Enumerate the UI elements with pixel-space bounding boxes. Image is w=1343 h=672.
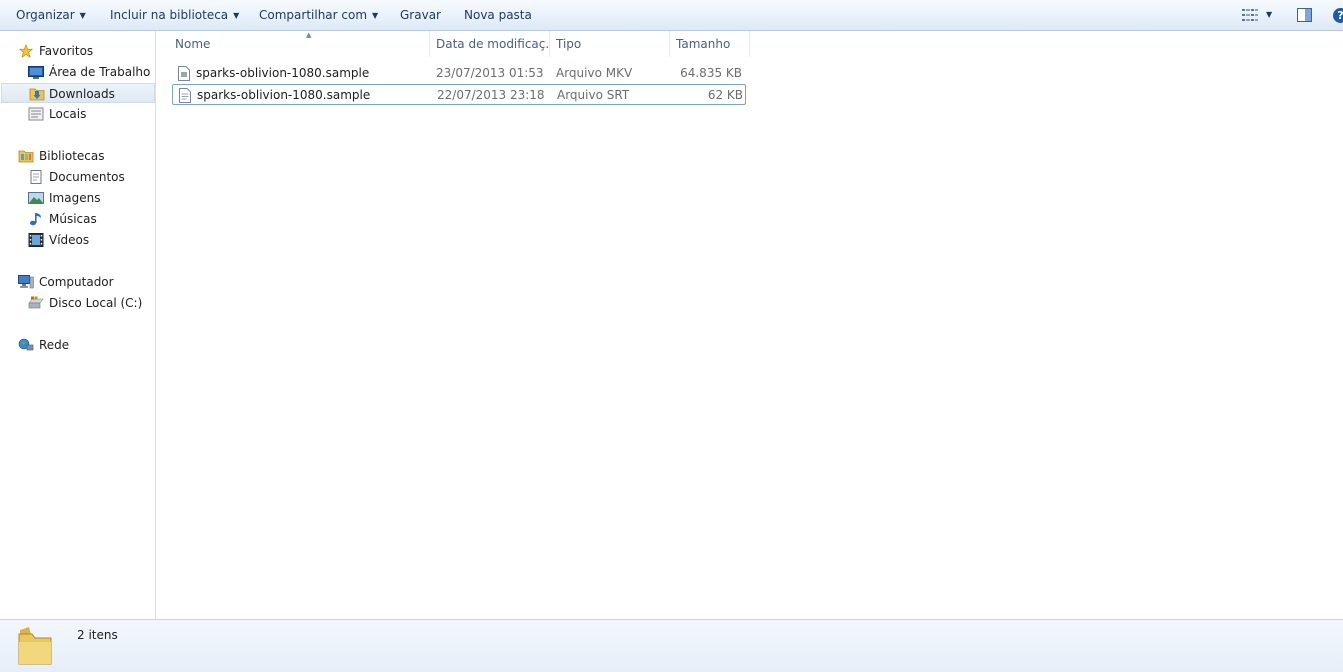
details-pane: 2 itens (0, 619, 1343, 672)
file-size: 64.835 KB (680, 66, 742, 80)
column-header-type[interactable]: Tipo (550, 31, 670, 57)
nav-item-pictures[interactable]: Imagens (26, 188, 151, 208)
desktop-icon (28, 66, 44, 79)
share-with-button[interactable]: Compartilhar com ▼ (259, 0, 378, 31)
burn-label: Gravar (400, 8, 441, 22)
nav-network[interactable]: Rede (16, 335, 146, 355)
nav-item-desktop-label: Área de Trabalho (49, 65, 151, 79)
column-header-date-label: Data de modificaç... (436, 37, 550, 51)
nav-item-places-label: Locais (49, 107, 87, 121)
file-name: sparks-oblivion-1080.sample (196, 66, 370, 80)
file-date: 23/07/2013 01:53 (436, 66, 544, 80)
view-options-chevron-icon[interactable]: ▼ (1266, 8, 1272, 22)
file-list: ▲ Nome Data de modificaç... Tipo Tamanho… (157, 31, 1343, 619)
downloads-folder-icon (29, 88, 45, 101)
burn-button[interactable]: Gravar (400, 0, 441, 31)
nav-favorites[interactable]: Favoritos (16, 41, 146, 61)
video-file-icon (178, 66, 190, 81)
column-header-type-label: Tipo (556, 37, 582, 51)
nav-item-videos-label: Vídeos (49, 233, 90, 247)
file-type: Arquivo MKV (556, 66, 633, 80)
change-view-icon[interactable] (1242, 9, 1258, 21)
nav-item-documents-label: Documentos (49, 170, 125, 184)
file-name: sparks-oblivion-1080.sample (197, 88, 371, 102)
column-header-date[interactable]: Data de modificaç... (430, 31, 550, 57)
file-row[interactable]: sparks-oblivion-1080.sample 22/07/2013 2… (172, 84, 746, 105)
nav-network-label: Rede (39, 338, 70, 352)
recent-places-icon (28, 107, 44, 121)
share-with-label: Compartilhar com (259, 8, 368, 22)
column-header-name-label: Nome (175, 37, 211, 51)
videos-icon (28, 233, 44, 247)
nav-item-documents[interactable]: Documentos (26, 167, 151, 187)
network-icon (18, 338, 34, 351)
nav-item-places[interactable]: Locais (26, 104, 151, 124)
star-icon (18, 44, 34, 58)
column-header-size-label: Tamanho (676, 37, 731, 51)
nav-item-downloads-label: Downloads (49, 87, 115, 101)
sort-ascending-icon: ▲ (306, 31, 312, 39)
libraries-icon (18, 150, 34, 163)
help-icon[interactable]: ? (1333, 8, 1343, 23)
nav-libraries[interactable]: Bibliotecas (16, 146, 146, 166)
column-header-name[interactable]: ▲ Nome (169, 31, 430, 57)
nav-item-local-disk[interactable]: Disco Local (C:) (26, 293, 151, 313)
chevron-down-icon: ▼ (233, 11, 240, 20)
file-date: 22/07/2013 23:18 (437, 88, 545, 102)
nav-item-music-label: Músicas (49, 212, 97, 226)
new-folder-label: Nova pasta (464, 8, 532, 22)
preview-pane-icon[interactable] (1297, 8, 1312, 22)
explorer-window: Organizar ▼ Incluir na biblioteca ▼ Compar… (0, 0, 1343, 672)
nav-item-pictures-label: Imagens (49, 191, 101, 205)
local-disk-icon (28, 296, 44, 309)
nav-item-downloads[interactable]: Downloads (1, 83, 155, 103)
nav-favorites-label: Favoritos (39, 44, 94, 58)
music-icon (30, 213, 41, 226)
nav-computer-label: Computador (39, 275, 114, 289)
column-header-size[interactable]: Tamanho (670, 31, 750, 57)
nav-item-videos[interactable]: Vídeos (26, 230, 151, 250)
file-size: 62 KB (707, 88, 743, 102)
computer-icon (18, 275, 34, 289)
text-file-icon (179, 88, 191, 103)
nav-libraries-label: Bibliotecas (39, 149, 105, 163)
folder-icon (18, 627, 52, 665)
nav-computer[interactable]: Computador (16, 272, 146, 292)
nav-item-local-disk-label: Disco Local (C:) (49, 296, 143, 310)
chevron-down-icon: ▼ (79, 11, 86, 20)
pictures-icon (28, 192, 44, 204)
include-library-button[interactable]: Incluir na biblioteca ▼ (110, 0, 239, 31)
organize-label: Organizar (16, 8, 75, 22)
file-row[interactable]: sparks-oblivion-1080.sample 23/07/2013 0… (172, 63, 746, 84)
nav-item-music[interactable]: Músicas (26, 209, 151, 229)
documents-icon (30, 170, 42, 184)
file-type: Arquivo SRT (557, 88, 630, 102)
item-count: 2 itens (77, 628, 118, 642)
navigation-pane: Favoritos Área de Trabalho Downloads Loc… (0, 31, 156, 619)
organize-button[interactable]: Organizar ▼ (16, 0, 86, 31)
nav-item-desktop[interactable]: Área de Trabalho (26, 62, 151, 82)
chevron-down-icon: ▼ (372, 11, 379, 20)
command-bar: Organizar ▼ Incluir na biblioteca ▼ Compar… (0, 0, 1343, 31)
new-folder-button[interactable]: Nova pasta (464, 0, 532, 31)
include-library-label: Incluir na biblioteca (110, 8, 229, 22)
